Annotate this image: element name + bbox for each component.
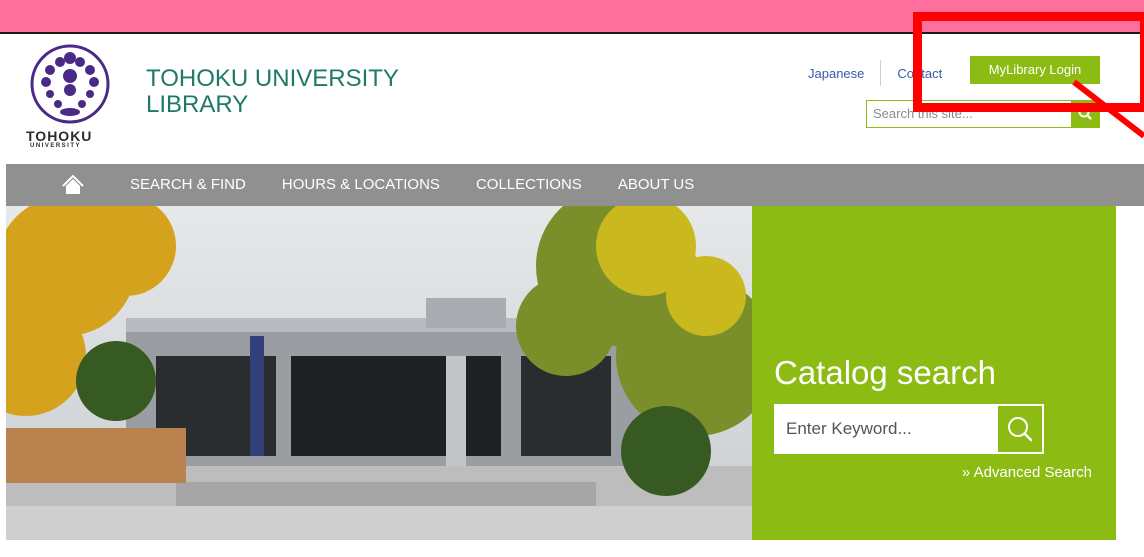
catalog-title: Catalog search xyxy=(774,354,996,391)
nav-about-us[interactable]: ABOUT US xyxy=(600,164,712,206)
advanced-search-link[interactable]: » Advanced Search xyxy=(962,464,1092,481)
nav-hours-locations[interactable]: HOURS & LOCATIONS xyxy=(264,164,458,206)
catalog-search-panel: Catalog search Enter Keyword... » Advanc… xyxy=(752,206,1116,540)
catalog-search-button[interactable] xyxy=(996,404,1044,454)
top-pink-bar xyxy=(0,0,1144,34)
nav-search-find[interactable]: SEARCH & FIND xyxy=(112,164,264,206)
logo-wordmark: TOHOKU xyxy=(26,128,93,144)
site-search-input[interactable]: Search this site... xyxy=(867,101,1072,127)
logo-subtitle: UNIVERSITY xyxy=(30,143,82,149)
page-bottom xyxy=(0,540,1144,557)
japanese-link[interactable]: Japanese xyxy=(800,66,872,81)
hero-image xyxy=(6,206,752,540)
site-title[interactable]: TOHOKU UNIVERSITY LIBRARY xyxy=(146,66,399,118)
library-building-photo xyxy=(6,206,752,540)
site-search-button[interactable] xyxy=(1071,101,1099,127)
wisteria-crest-icon xyxy=(30,44,110,124)
contact-link[interactable]: Contact xyxy=(889,66,950,81)
home-icon xyxy=(62,174,84,194)
util-divider xyxy=(880,60,882,86)
search-icon xyxy=(1008,417,1033,442)
site-title-line1: TOHOKU UNIVERSITY xyxy=(146,65,399,92)
site-header: TOHOKU UNIVERSITY TOHOKU UNIVERSITY LIBR… xyxy=(0,36,1144,156)
search-icon xyxy=(1078,106,1092,120)
main-nav: SEARCH & FIND HOURS & LOCATIONS COLLECTI… xyxy=(6,164,1144,206)
mylibrary-login-button[interactable]: MyLibrary Login xyxy=(970,56,1100,84)
site-title-line2: LIBRARY xyxy=(146,91,249,118)
utility-links: Japanese Contact xyxy=(800,60,950,86)
nav-collections[interactable]: COLLECTIONS xyxy=(458,164,600,206)
nav-home[interactable] xyxy=(56,164,112,206)
catalog-search-box: Enter Keyword... xyxy=(774,404,1044,454)
catalog-keyword-input[interactable]: Enter Keyword... xyxy=(774,404,996,454)
site-search: Search this site... xyxy=(866,100,1100,128)
university-logo[interactable]: TOHOKU UNIVERSITY xyxy=(20,38,120,154)
